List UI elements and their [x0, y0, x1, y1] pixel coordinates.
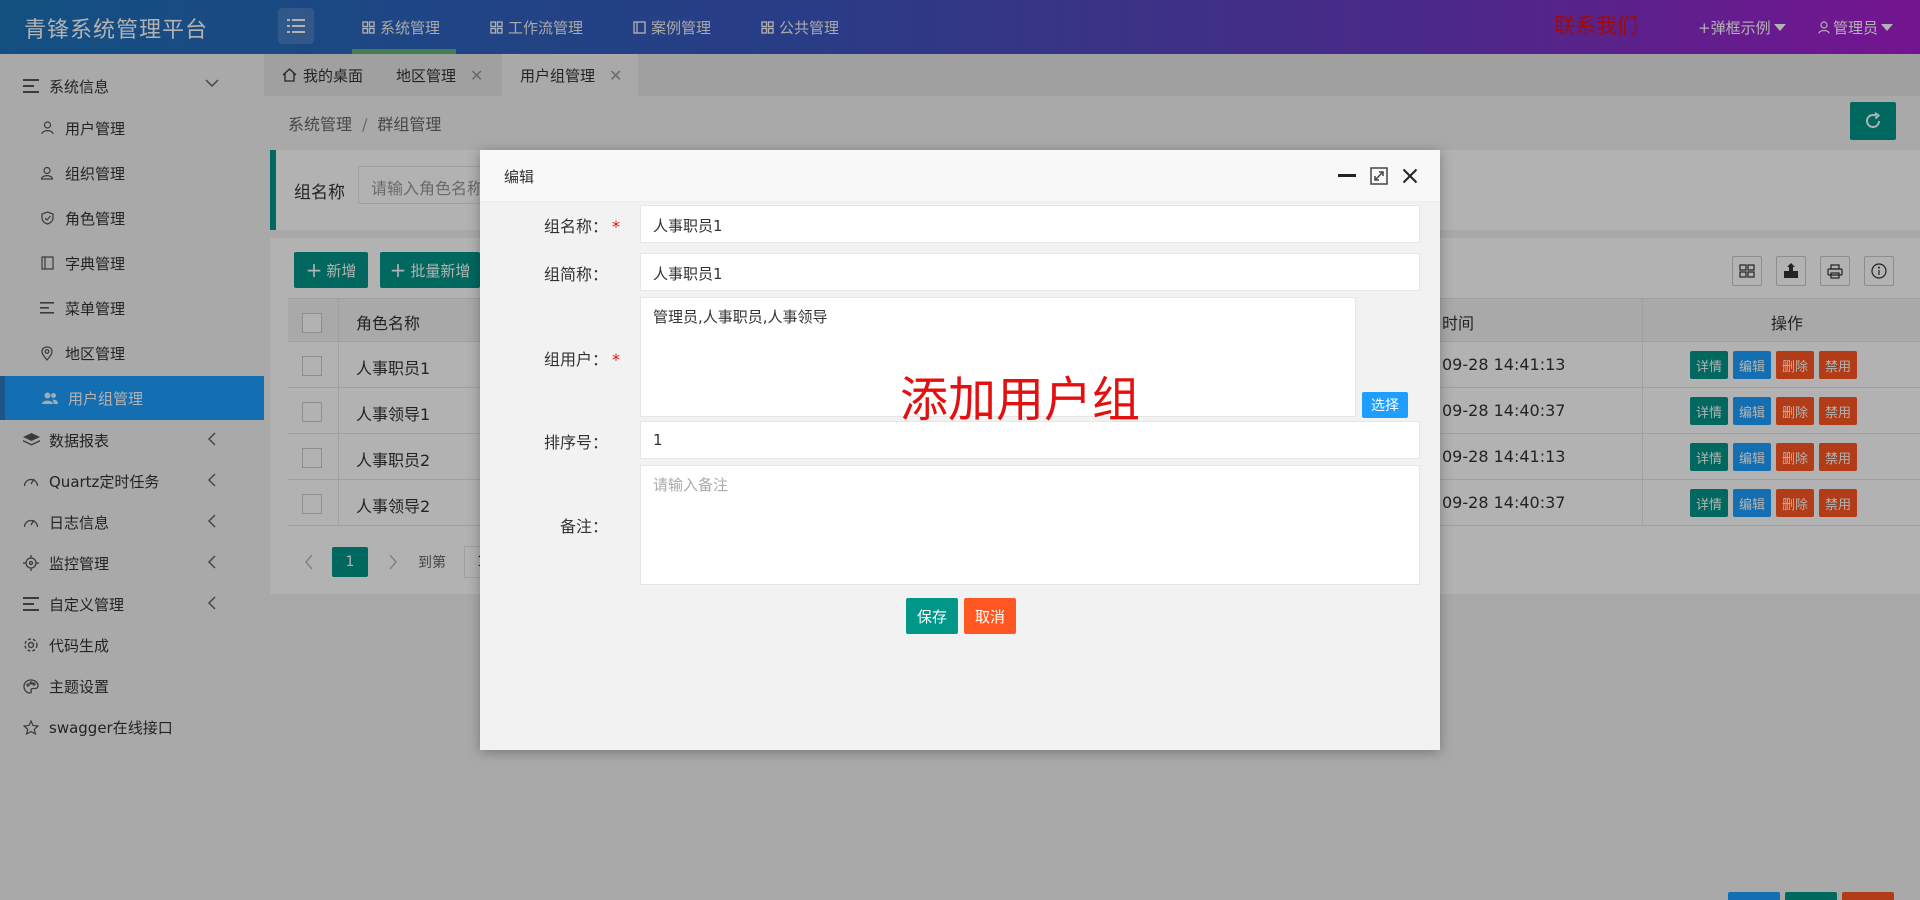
remark-label: 备注：* — [480, 513, 620, 537]
group-name-input[interactable]: 人事职员1 — [640, 205, 1420, 243]
modal-title: 编辑 — [504, 168, 535, 186]
field-label-text: 组简称： — [543, 265, 608, 284]
short-name-input[interactable]: 人事职员1 — [640, 253, 1420, 291]
field-label-text: 组名称： — [543, 217, 608, 236]
short-name-label: 组简称：* — [480, 261, 620, 285]
field-label-text: 排序号： — [543, 433, 608, 452]
edit-modal: 编辑 组名称：* 人事职员1 组简称：* 人事职员1 组用户：* 管理员,人事职… — [480, 150, 1440, 750]
sort-label: 排序号：* — [480, 429, 620, 453]
save-button[interactable]: 保存 — [906, 598, 958, 634]
field-label-text: 备注： — [559, 517, 608, 536]
field-label-text: 组用户： — [543, 350, 608, 369]
required-mark: * — [612, 350, 620, 369]
minimize-icon[interactable] — [1338, 174, 1356, 178]
sort-input[interactable]: 1 — [640, 421, 1420, 459]
modal-header: 编辑 — [480, 150, 1440, 202]
annotation-text: 添加用户组 — [900, 372, 1141, 428]
close-icon[interactable] — [1402, 168, 1418, 184]
select-users-button[interactable]: 选择 — [1362, 392, 1408, 418]
maximize-icon[interactable] — [1370, 167, 1388, 185]
cancel-button[interactable]: 取消 — [964, 598, 1016, 634]
group-users-label: 组用户： * — [480, 346, 620, 370]
group-name-label: 组名称： * — [480, 213, 620, 237]
remark-textarea[interactable]: 请输入备注 — [640, 465, 1420, 585]
required-mark: * — [612, 217, 620, 236]
